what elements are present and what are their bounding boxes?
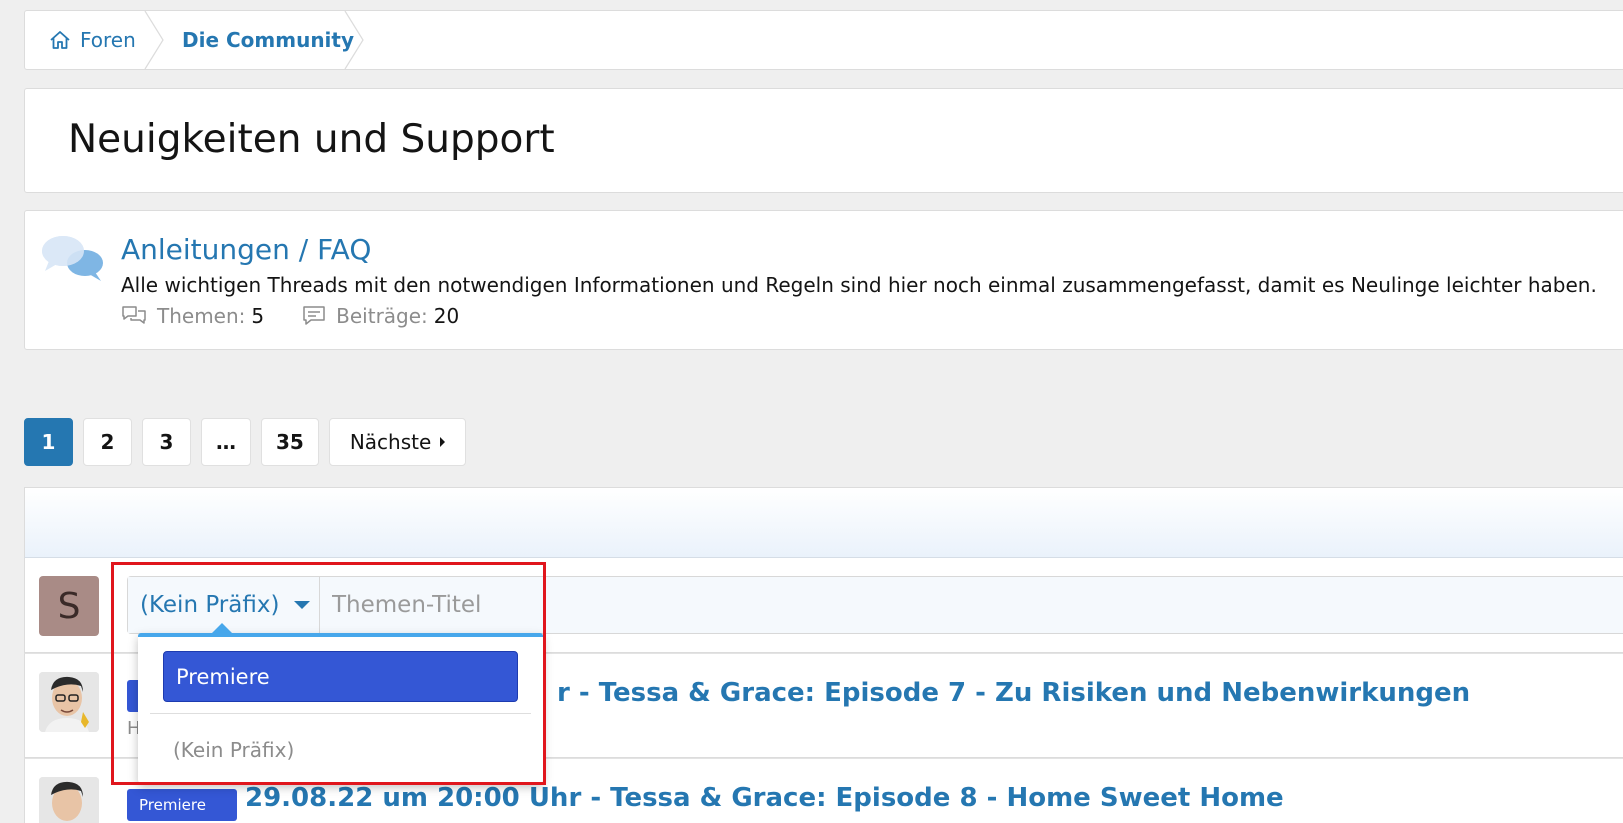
threads-icon (122, 306, 146, 324)
avatar[interactable]: S (39, 576, 99, 636)
page-3-button[interactable]: 3 (142, 418, 191, 466)
breadcrumb-current-link[interactable]: Die Community (182, 11, 354, 69)
page-header: Neuigkeiten und Support (24, 88, 1623, 193)
node-description: Alle wichtigen Threads mit den notwendig… (121, 273, 1597, 297)
breadcrumb-home-label: Foren (80, 28, 136, 52)
breadcrumb-separator (144, 11, 164, 70)
pagination: 1 2 3 … 35 Nächste (24, 418, 476, 466)
page-35-button[interactable]: 35 (261, 418, 319, 466)
highlight-box (111, 562, 546, 785)
breadcrumb: Foren Die Community (24, 10, 1623, 70)
breadcrumb-separator (344, 11, 364, 70)
posts-stat: Beiträge: 20 (302, 304, 459, 328)
page-2-button[interactable]: 2 (83, 418, 132, 466)
posts-icon (303, 306, 325, 325)
thread-title-link[interactable]: 29.08.22 um 20:00 Uhr - Tessa & Grace: E… (245, 783, 1284, 813)
page-1-button[interactable]: 1 (24, 418, 73, 466)
home-icon (50, 31, 70, 49)
page-title: Neuigkeiten und Support (68, 117, 555, 162)
avatar[interactable] (39, 777, 99, 823)
posts-count: 20 (433, 304, 460, 328)
thread-prefix-badge[interactable]: Premiere (127, 789, 237, 821)
page-jump-button[interactable]: … (201, 418, 251, 466)
caret-right-icon (440, 437, 446, 447)
next-page-label: Nächste (349, 430, 432, 454)
avatar[interactable] (39, 672, 99, 732)
threads-label: Themen: (157, 304, 246, 328)
node-stats: Themen: 5 Beiträge: 20 (121, 304, 497, 328)
user-photo-icon (39, 777, 99, 823)
node-title-link[interactable]: Anleitungen / FAQ (121, 233, 371, 266)
thread-list-header (24, 487, 1623, 557)
breadcrumb-home-link[interactable]: Foren (49, 11, 136, 69)
threads-count: 5 (251, 304, 265, 328)
user-photo-icon (39, 672, 99, 732)
forum-node: Anleitungen / FAQ Alle wichtigen Threads… (24, 210, 1623, 350)
thread-title-link[interactable]: r - Tessa & Grace: Episode 7 - Zu Risike… (557, 678, 1470, 708)
posts-label: Beiträge: (336, 304, 428, 328)
threads-stat: Themen: 5 (121, 304, 264, 328)
next-page-button[interactable]: Nächste (328, 418, 467, 466)
chat-bubbles-icon (42, 236, 103, 281)
breadcrumb-current-label: Die Community (182, 28, 355, 52)
